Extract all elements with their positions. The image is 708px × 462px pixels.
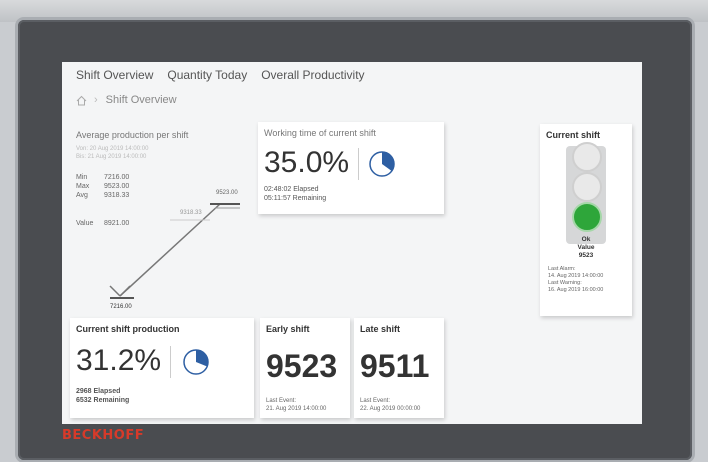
- light-red: [572, 142, 602, 172]
- working-elapsed: 02:48:02 Elapsed: [264, 186, 319, 193]
- nav-quantity-today[interactable]: Quantity Today: [167, 68, 247, 82]
- avg-production-card: Average production per shift Von: 20 Aug…: [70, 124, 252, 314]
- current-value: 9523: [578, 252, 594, 259]
- home-icon[interactable]: [76, 95, 87, 106]
- peak-label: 9523.00: [216, 190, 238, 196]
- working-time-pie: [369, 151, 395, 177]
- working-remaining: 05:11:57 Remaining: [264, 195, 327, 202]
- current-value-label: Value: [577, 244, 595, 251]
- late-title: Late shift: [360, 324, 401, 334]
- last-alarm: 14. Aug 2019 14:00:00: [548, 273, 604, 279]
- current-shift-card: Current shift Ok Value 9523 Last Alarm: …: [540, 124, 632, 316]
- late-last-event: 22. Aug 2019 00:00:00: [360, 406, 421, 412]
- production-title: Current shift production: [76, 324, 180, 334]
- last-warning-label: Last Warning:: [548, 280, 582, 286]
- device-top-edge: [0, 0, 708, 22]
- light-green: [572, 202, 602, 232]
- breadcrumb: › Shift Overview: [76, 94, 177, 106]
- production-pie: [183, 349, 209, 375]
- brand-logo: BECKHOFF: [62, 428, 145, 443]
- mid-label: 9318.33: [180, 210, 202, 216]
- chevron-right-icon: ›: [94, 94, 98, 106]
- current-state: Ok: [581, 236, 591, 243]
- production-elapsed: 2968 Elapsed: [76, 388, 121, 395]
- production-remaining: 6532 Remaining: [76, 397, 130, 404]
- light-yellow: [572, 172, 602, 202]
- hmi-screen: Shift Overview Quantity Today Overall Pr…: [62, 62, 642, 424]
- early-title: Early shift: [266, 324, 310, 334]
- avg-arrow-chart: [109, 203, 240, 299]
- early-last-event-label: Last Event:: [266, 398, 297, 404]
- working-time-title: Working time of current shift: [264, 128, 376, 138]
- production-percent: 31.2%: [76, 344, 162, 377]
- last-alarm-label: Last Alarm:: [548, 266, 576, 272]
- breadcrumb-current: Shift Overview: [105, 94, 177, 106]
- late-last-event-label: Last Event:: [360, 398, 391, 404]
- nav-shift-overview[interactable]: Shift Overview: [76, 68, 153, 82]
- low-label: 7216.00: [110, 304, 132, 310]
- current-shift-title: Current shift: [546, 130, 600, 140]
- nav-overall-productivity[interactable]: Overall Productivity: [261, 68, 364, 82]
- early-value: 9523: [266, 348, 338, 384]
- working-time-card: Working time of current shift 35.0% 02:4…: [258, 122, 444, 214]
- working-time-percent: 35.0%: [264, 146, 350, 179]
- early-shift-card: Early shift 9523 Last Event: 21. Aug 201…: [260, 318, 350, 418]
- last-warning: 16. Aug 2019 16:00:00: [548, 287, 604, 293]
- late-shift-card: Late shift 9511 Last Event: 22. Aug 2019…: [354, 318, 444, 418]
- early-last-event: 21. Aug 2019 14:00:00: [266, 406, 327, 412]
- shift-production-card: Current shift production 31.2% 2968 Elap…: [70, 318, 254, 418]
- late-value: 9511: [360, 348, 430, 384]
- top-nav: Shift Overview Quantity Today Overall Pr…: [76, 68, 365, 82]
